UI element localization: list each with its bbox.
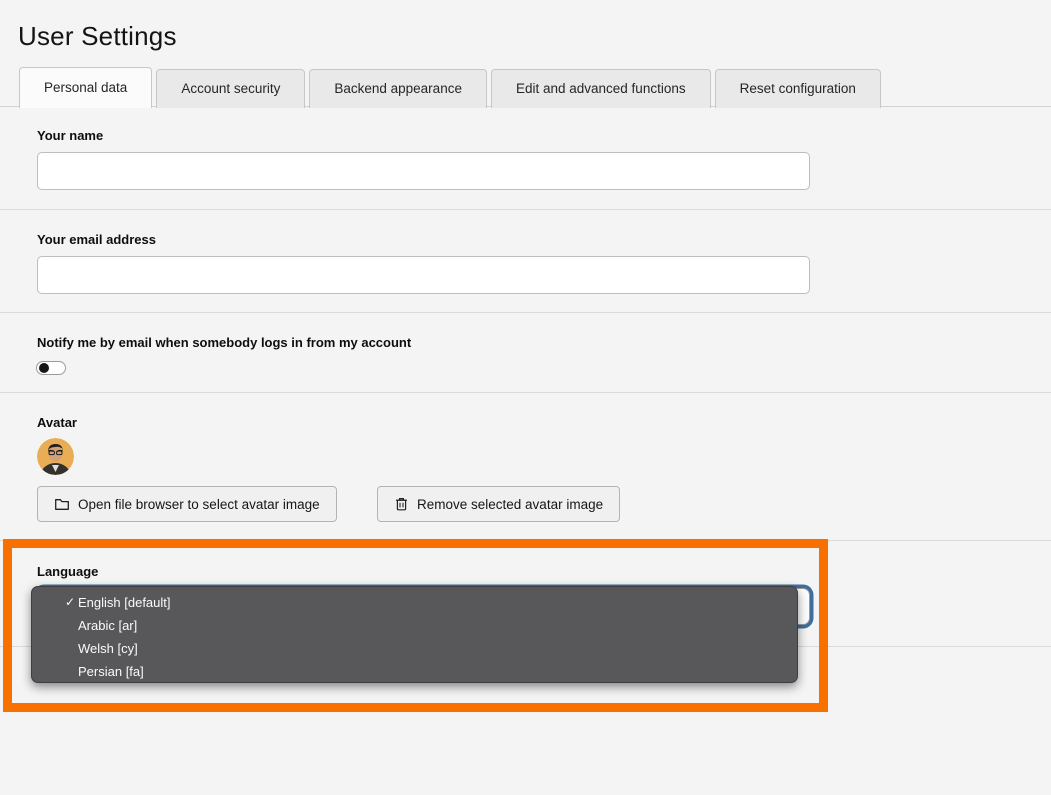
notify-label: Notify me by email when somebody logs in…: [37, 335, 411, 350]
language-option-label: Welsh [cy]: [78, 641, 138, 656]
language-option-label: English [default]: [78, 595, 171, 610]
name-input[interactable]: [37, 152, 810, 190]
divider: [0, 209, 1051, 210]
divider: [0, 312, 1051, 313]
language-option-welsh[interactable]: Welsh [cy]: [32, 637, 797, 660]
tab-backend-appearance[interactable]: Backend appearance: [309, 69, 487, 108]
open-file-browser-label: Open file browser to select avatar image: [78, 497, 320, 512]
name-label: Your name: [37, 128, 103, 143]
checkmark-icon: ✓: [65, 591, 75, 614]
folder-icon: [54, 496, 70, 512]
page-title: User Settings: [18, 21, 177, 52]
language-option-label: Arabic [ar]: [78, 618, 137, 633]
language-option-persian[interactable]: Persian [fa]: [32, 660, 797, 683]
tab-personal-data[interactable]: Personal data: [19, 67, 152, 108]
language-option-arabic[interactable]: Arabic [ar]: [32, 614, 797, 637]
avatar-label: Avatar: [37, 415, 77, 430]
language-label: Language: [37, 564, 98, 579]
email-label: Your email address: [37, 232, 156, 247]
divider: [0, 540, 1051, 541]
notify-toggle[interactable]: [36, 361, 66, 375]
email-field[interactable]: [37, 256, 810, 294]
language-option-label: Persian [fa]: [78, 664, 144, 679]
language-dropdown-menu: ✓ English [default] Arabic [ar] Welsh [c…: [31, 586, 798, 683]
remove-avatar-button[interactable]: Remove selected avatar image: [377, 486, 620, 522]
language-option-english[interactable]: ✓ English [default]: [32, 591, 797, 614]
open-file-browser-button[interactable]: Open file browser to select avatar image: [37, 486, 337, 522]
tab-reset-configuration[interactable]: Reset configuration: [715, 69, 881, 108]
avatar-image-icon: [37, 438, 74, 475]
remove-avatar-label: Remove selected avatar image: [417, 497, 603, 512]
tab-edit-advanced-functions[interactable]: Edit and advanced functions: [491, 69, 711, 108]
tab-bar: Personal data Account security Backend a…: [19, 67, 885, 108]
toggle-knob-icon: [39, 363, 49, 373]
trash-icon: [394, 496, 409, 512]
tab-account-security[interactable]: Account security: [156, 69, 305, 108]
divider: [0, 392, 1051, 393]
avatar: [37, 438, 74, 475]
